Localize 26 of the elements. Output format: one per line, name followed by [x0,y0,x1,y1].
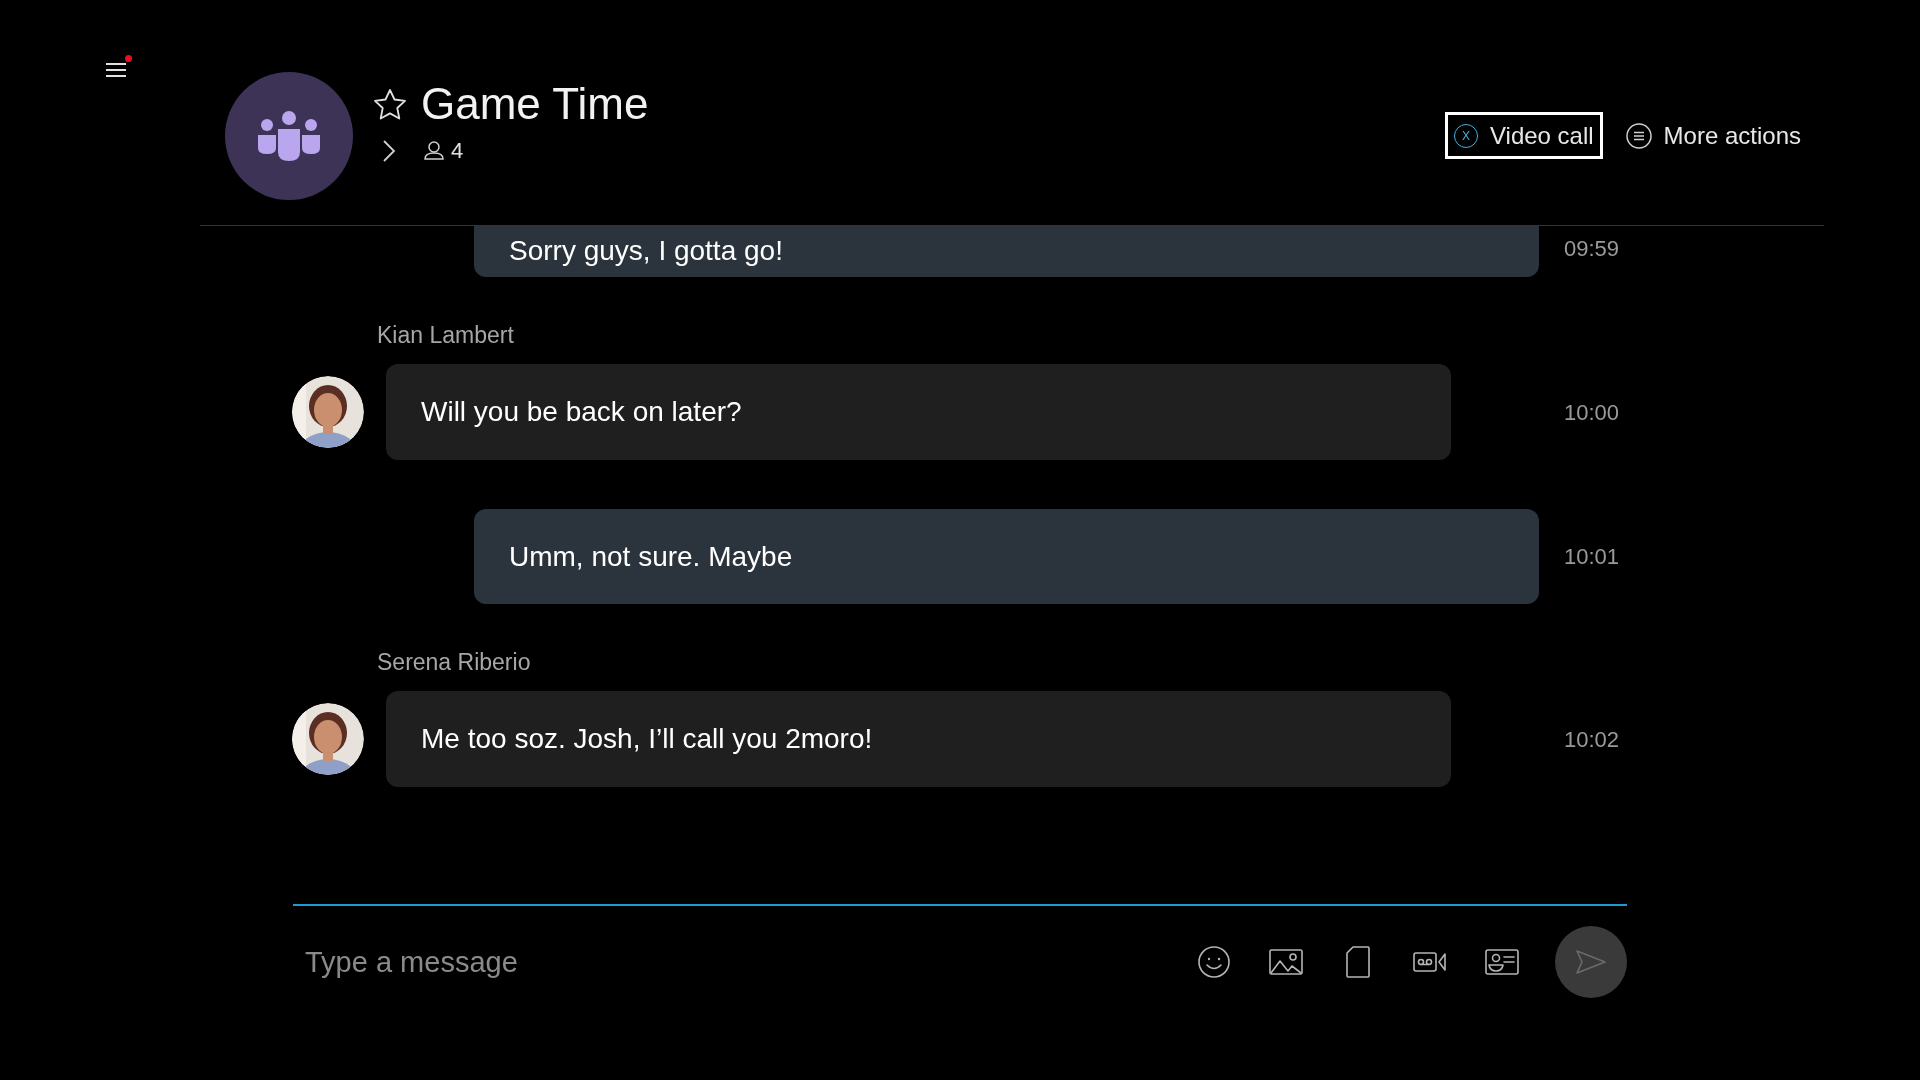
member-count: 4 [451,137,464,165]
message-time: 10:00 [1564,398,1620,427]
menu-icon [105,61,127,79]
chevron-right-icon[interactable] [382,138,396,163]
message-bubble: Will you be back on later? [386,364,1451,460]
menu-icon [1625,122,1652,149]
image-icon[interactable] [1269,949,1303,975]
smiley-icon[interactable] [1197,945,1231,979]
contact-card-icon[interactable] [1485,949,1519,975]
message-bubble: Me too soz. Josh, I’ll call you 2moro! [386,691,1451,787]
conversation-title: Game Time [421,78,649,130]
message-time: 10:02 [1564,725,1620,754]
star-icon[interactable] [373,88,407,120]
more-actions-button[interactable]: More actions [1616,112,1810,159]
video-message-icon[interactable] [1413,950,1447,974]
message-bubble: Sorry guys, I gotta go! [474,226,1539,277]
document-icon[interactable] [1346,946,1370,978]
person-icon [423,139,445,162]
video-call-button[interactable]: X Video call [1444,112,1603,159]
sender-name: Serena Riberio [377,648,532,676]
sender-name: Kian Lambert [377,321,515,349]
send-icon [1575,949,1607,975]
message-time: 10:01 [1564,543,1620,571]
message-input[interactable]: Type a message [293,937,1197,987]
message-time: 09:59 [1564,235,1620,263]
message-bubble: Umm, not sure. Maybe [474,509,1539,604]
